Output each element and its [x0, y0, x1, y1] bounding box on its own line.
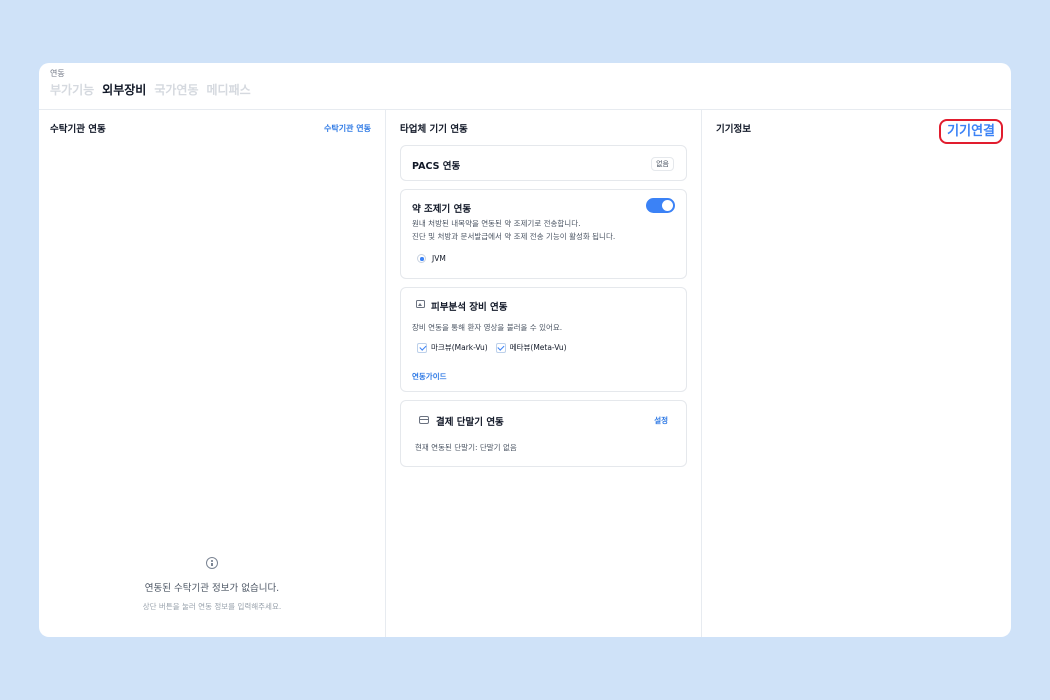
info-icon: [206, 557, 218, 569]
card-icon: [419, 416, 429, 424]
payment-terminal-card: 결제 단말기 연동 설정 현재 연동된 단말기: 단말기 없음: [400, 400, 687, 467]
empty-state: 연동된 수탁기관 정보가 없습니다. 상단 버튼을 눌러 연동 정보를 입력해주…: [39, 554, 385, 612]
tab-bar: 부가기능 외부장비 국가연동 메디패스: [50, 82, 1000, 98]
dispenser-toggle[interactable]: [646, 198, 675, 213]
lab-integration-panel: 수탁기관 연동 수탁기관 연동 연동된 수탁기관 정보가 없습니다. 상단 버튼…: [39, 110, 386, 637]
mark-vu-label: 마크뷰(Mark-Vu): [431, 343, 488, 352]
lab-integration-button[interactable]: 수탁기관 연동: [324, 123, 371, 134]
jvm-radio-option[interactable]: JVM: [417, 254, 446, 263]
mark-vu-checkbox[interactable]: 마크뷰(Mark-Vu): [417, 342, 488, 353]
dispenser-card: 약 조제기 연동 원내 처방된 내복약을 연동된 약 조제기로 전송합니다. 진…: [400, 189, 687, 279]
payment-terminal-title: 결제 단말기 연동: [436, 417, 504, 428]
empty-state-title: 연동된 수탁기관 정보가 없습니다.: [144, 583, 280, 594]
connect-device-button[interactable]: 기기연결: [939, 119, 1003, 144]
empty-state-subtitle: 상단 버튼을 눌러 연동 정보를 입력해주세요.: [142, 602, 282, 611]
third-party-device-panel: 타업체 기기 연동 PACS 연동 없음 약 조제기 연동 원내 처방된 내복약…: [386, 110, 702, 637]
meta-vu-label: 메타뷰(Meta-Vu): [509, 343, 567, 352]
check-icon: [417, 342, 427, 353]
toggle-knob: [662, 200, 673, 211]
integration-guide-link[interactable]: 연동가이드: [412, 371, 447, 382]
status-badge: 없음: [651, 157, 674, 171]
pacs-title: PACS 연동: [412, 161, 461, 172]
settings-button[interactable]: 설정: [654, 415, 668, 426]
meta-vu-checkbox[interactable]: 메타뷰(Meta-Vu): [495, 342, 567, 353]
pacs-card: PACS 연동 없음: [400, 145, 687, 181]
jvm-label: JVM: [432, 254, 446, 263]
tab-external-devices[interactable]: 외부장비: [102, 82, 146, 98]
panel-title: 타업체 기기 연동: [400, 124, 468, 135]
tab-addon-features[interactable]: 부가기능: [50, 82, 94, 98]
app-window: 연동 부가기능 외부장비 국가연동 메디패스 수탁기관 연동 수탁기관 연동 연…: [39, 63, 1011, 637]
panel-title: 기기정보: [716, 124, 751, 135]
tab-national-link[interactable]: 국가연동: [154, 82, 198, 98]
skin-analysis-card: 피부분석 장비 연동 장비 연동을 통해 환자 영상을 불러올 수 있어요. 마…: [400, 287, 687, 392]
dispenser-desc-line2: 진단 및 처방과 문서발급에서 약 조제 전송 기능이 활성화 됩니다.: [412, 232, 616, 241]
skin-analysis-desc: 장비 연동을 통해 환자 영상을 불러올 수 있어요.: [412, 323, 563, 332]
breadcrumb: 연동: [50, 69, 65, 78]
radio-selected-icon: [417, 254, 426, 263]
device-checkboxes: 마크뷰(Mark-Vu) 메타뷰(Meta-Vu): [417, 342, 567, 353]
dispenser-title: 약 조제기 연동: [412, 204, 472, 215]
dispenser-desc-line1: 원내 처방된 내복약을 연동된 약 조제기로 전송합니다.: [412, 219, 581, 228]
skin-analysis-title: 피부분석 장비 연동: [431, 302, 508, 313]
image-icon: [416, 300, 425, 308]
content-columns: 수탁기관 연동 수탁기관 연동 연동된 수탁기관 정보가 없습니다. 상단 버튼…: [39, 110, 1011, 637]
check-icon: [495, 342, 506, 353]
terminal-status: 현재 연동된 단말기: 단말기 없음: [415, 443, 517, 452]
panel-title: 수탁기관 연동: [50, 124, 106, 135]
header: 연동 부가기능 외부장비 국가연동 메디패스: [39, 63, 1011, 110]
device-info-panel: 기기정보 기기연결: [702, 110, 1011, 637]
tab-medipass[interactable]: 메디패스: [207, 82, 251, 98]
